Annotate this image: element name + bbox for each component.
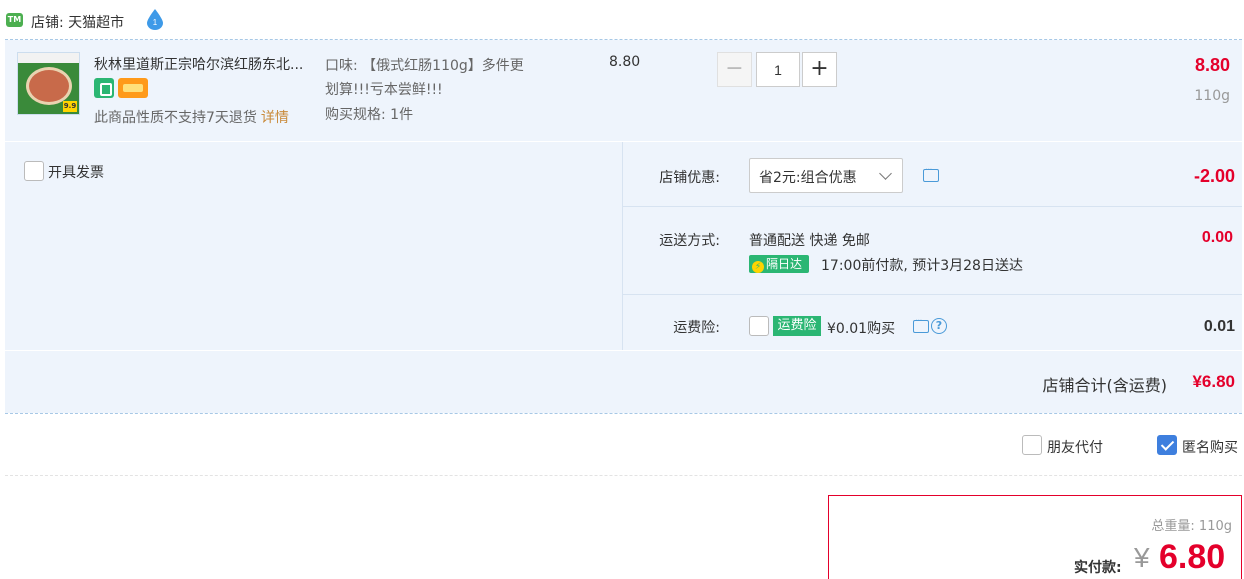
help-icon[interactable]: ? bbox=[931, 318, 947, 334]
pay-amount: 6.80 bbox=[1159, 538, 1226, 576]
card-badge-icon bbox=[118, 78, 148, 98]
service-badge-icon bbox=[94, 78, 114, 98]
product-thumbnail[interactable]: 9.9 bbox=[17, 52, 80, 115]
insurance-value: 0.01 bbox=[1203, 318, 1235, 335]
total-weight: 总重量: 110g bbox=[1151, 519, 1232, 534]
insurance-badge: 运费险 bbox=[773, 316, 821, 336]
chat-icon[interactable] bbox=[913, 316, 929, 333]
friend-pay-checkbox[interactable] bbox=[1022, 435, 1042, 455]
product-title[interactable]: 秋林里道斯正宗哈尔滨红肠东北... bbox=[94, 54, 303, 74]
divider bbox=[622, 142, 623, 350]
divider bbox=[5, 475, 1242, 476]
invoice-label[interactable]: 开具发票 bbox=[48, 162, 104, 182]
divider bbox=[623, 294, 1242, 295]
delivery-estimate: 17:00前付款, 预计3月28日送达 bbox=[821, 258, 1023, 274]
pay-label: 实付款: bbox=[1074, 560, 1122, 576]
chevron-down-icon bbox=[879, 167, 892, 180]
divider bbox=[623, 206, 1242, 207]
chat-icon[interactable] bbox=[923, 165, 939, 182]
return-detail-link[interactable]: 详情 bbox=[261, 110, 289, 126]
anonymous-label[interactable]: 匿名购买 bbox=[1182, 437, 1238, 457]
invoice-checkbox[interactable] bbox=[24, 161, 44, 181]
friend-pay-label[interactable]: 朋友代付 bbox=[1047, 437, 1103, 457]
insurance-price: ¥0.01购买 bbox=[827, 321, 896, 337]
shop-total-value: ¥6.80 bbox=[1192, 372, 1235, 391]
insurance-checkbox[interactable] bbox=[749, 316, 769, 336]
svg-text:1: 1 bbox=[153, 18, 158, 27]
item-total-price: 8.80 bbox=[1194, 55, 1230, 75]
discount-label: 店铺优惠: bbox=[659, 170, 720, 186]
sku-flavor: 口味: 【俄式红肠110g】多件更 划算!!!亏本尝鲜!!! bbox=[325, 58, 524, 98]
shipping-value: 0.00 bbox=[1201, 229, 1233, 246]
discount-select[interactable]: 省2元:组合优惠 bbox=[749, 158, 903, 193]
next-day-badge: ⚡ 隔日达 bbox=[749, 255, 809, 273]
unit-price: 8.80 bbox=[609, 54, 641, 70]
sku-spec: 购买规格: 1件 bbox=[325, 107, 414, 123]
return-policy-note: 此商品性质不支持7天退货 详情 bbox=[94, 110, 289, 126]
anonymous-checkbox[interactable] bbox=[1157, 435, 1177, 455]
shipping-method: 普通配送 快递 免邮 bbox=[749, 233, 870, 249]
divider bbox=[5, 413, 1242, 414]
shipping-label: 运送方式: bbox=[659, 233, 720, 249]
drop-icon[interactable]: 1 bbox=[145, 8, 165, 30]
shop-total-label: 店铺合计(含运费) bbox=[1042, 376, 1168, 395]
shop-icon: TM bbox=[6, 13, 23, 27]
qty-increase-button[interactable]: + bbox=[802, 52, 837, 87]
currency-symbol: ¥ bbox=[1134, 542, 1150, 573]
discount-value: -2.00 bbox=[1193, 166, 1235, 186]
bolt-icon: ⚡ bbox=[752, 261, 764, 273]
shop-name[interactable]: 店铺: 天猫超市 bbox=[31, 12, 124, 32]
insurance-label: 运费险: bbox=[673, 320, 720, 336]
qty-decrease-button[interactable]: − bbox=[717, 52, 752, 87]
qty-input[interactable] bbox=[756, 52, 800, 87]
item-weight: 110g bbox=[1194, 88, 1230, 104]
